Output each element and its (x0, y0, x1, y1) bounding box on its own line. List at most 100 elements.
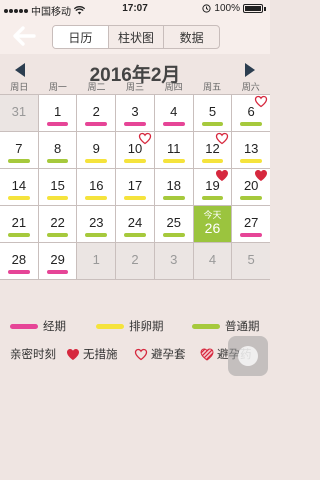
day-number: 5 (208, 104, 217, 119)
legend-normal: 普通期 (192, 318, 260, 334)
day-number: 23 (89, 215, 104, 230)
day-number: 2 (92, 104, 100, 119)
calendar-week-row: 31 1 2 3 4 5 6 (0, 95, 271, 132)
calendar-grid: 31 1 2 3 4 5 6 7 8 9 10 11 12 13 14 15 16 17 18 19 20 21 22 23 2… (0, 94, 271, 280)
legend-period: 经期 (10, 318, 66, 334)
normal-bar (162, 233, 185, 237)
calendar-day[interactable]: 28 (0, 243, 39, 279)
calendar-day[interactable]: 12 (193, 132, 233, 168)
legend-phases: 经期 排卵期 普通期 (0, 318, 270, 334)
calendar-day[interactable]: 7 (0, 132, 39, 168)
calendar-day[interactable]: 4 (193, 243, 233, 279)
day-number: 7 (15, 141, 23, 156)
calendar-day[interactable]: 13 (232, 132, 271, 168)
normal-bar (201, 196, 224, 200)
back-arrow-icon[interactable] (12, 25, 36, 47)
calendar-day[interactable]: 3 (116, 95, 155, 131)
weekday-label: 周六 (241, 82, 260, 92)
outline-heart-icon (216, 132, 229, 145)
day-number: 24 (127, 215, 143, 230)
day-number: 31 (11, 104, 27, 119)
outline-heart-icon (254, 95, 268, 108)
calendar-day[interactable]: 19 (193, 169, 233, 205)
calendar-day[interactable]: 2 (77, 95, 117, 131)
ovulation-bar (8, 196, 30, 200)
calendar-week-row: 14 15 16 17 18 19 20 (0, 169, 271, 206)
ovulation-bar (85, 159, 108, 163)
day-number: 8 (53, 141, 62, 156)
calendar-day[interactable]: 8 (38, 132, 78, 168)
outline-heart-icon (138, 132, 152, 145)
day-number: 17 (127, 178, 143, 193)
day-number: 4 (208, 252, 217, 267)
normal-bar (8, 233, 30, 237)
period-bar (85, 122, 108, 126)
assistive-touch-button[interactable] (228, 336, 268, 376)
calendar-day[interactable]: 2 (116, 243, 155, 279)
ovulation-bar (240, 159, 263, 163)
calendar-day[interactable]: 10 (116, 132, 155, 168)
calendar-day[interactable]: 1 (77, 243, 117, 279)
weekday-label: 周二 (87, 82, 106, 92)
calendar-day[interactable]: 21 (0, 206, 39, 242)
calendar-day[interactable]: 24 (116, 206, 155, 242)
battery-tip (264, 6, 266, 11)
day-number: 25 (166, 215, 181, 230)
legend-normal-label: 普通期 (225, 321, 260, 333)
calendar-day[interactable]: 3 (154, 243, 194, 279)
tab-data[interactable]: 数据 (164, 26, 219, 48)
view-tabs: 日历 柱状图 数据 (52, 25, 220, 49)
ovulation-bar (201, 159, 224, 163)
calendar-day[interactable]: 20 (232, 169, 271, 205)
period-bar (46, 122, 69, 126)
weekday-label: 周日 (10, 82, 29, 92)
period-bar (240, 233, 263, 237)
day-number: 9 (92, 141, 100, 156)
calendar-day[interactable]: 31 (0, 95, 39, 131)
weekday-label: 周三 (126, 82, 145, 92)
day-number: 13 (243, 141, 259, 156)
legend-no-protection: 无措施 (66, 346, 118, 362)
normal-swatch (192, 323, 220, 329)
calendar-day[interactable]: 15 (38, 169, 78, 205)
calendar-day[interactable]: 5 (232, 243, 271, 279)
period-swatch (10, 323, 38, 329)
day-number: 2 (131, 252, 139, 267)
calendar-day[interactable]: 25 (154, 206, 194, 242)
tab-bar-chart[interactable]: 柱状图 (109, 26, 165, 48)
tab-calendar[interactable]: 日历 (53, 26, 109, 48)
calendar-day[interactable]: 9 (77, 132, 117, 168)
period-bar (124, 122, 146, 126)
calendar-day[interactable]: 18 (154, 169, 194, 205)
normal-bar (46, 233, 69, 237)
calendar-day[interactable]: 4 (154, 95, 194, 131)
calendar-day[interactable]: 14 (0, 169, 39, 205)
filled-heart-icon (216, 170, 229, 181)
calendar-day[interactable]: 16 (77, 169, 117, 205)
day-number: 3 (131, 104, 139, 119)
calendar-day[interactable]: 29 (38, 243, 78, 279)
legend-ovulation: 排卵期 (96, 318, 164, 334)
day-number: 21 (11, 215, 27, 230)
day-number: 29 (50, 252, 65, 267)
calendar-day[interactable]: 23 (77, 206, 117, 242)
calendar-day[interactable]: 27 (232, 206, 271, 242)
assistive-touch-dot (238, 346, 258, 366)
calendar-day[interactable]: 6 (232, 95, 271, 131)
normal-bar (46, 159, 69, 163)
battery-percent: 100% (214, 3, 240, 14)
calendar-day[interactable]: 1 (38, 95, 78, 131)
calendar-day[interactable]: 5 (193, 95, 233, 131)
calendar-day[interactable]: 22 (38, 206, 78, 242)
next-month-icon[interactable] (244, 62, 256, 78)
weekday-header: 周日 周一 周二 周三 周四 周五 周六 (0, 80, 270, 94)
calendar-day-today[interactable]: 今天 26 (193, 206, 233, 242)
calendar-day[interactable]: 17 (116, 169, 155, 205)
day-number: 26 (204, 220, 221, 236)
day-number: 18 (166, 178, 181, 193)
day-number: 11 (166, 141, 181, 156)
weekday-label: 周五 (203, 82, 222, 92)
calendar-week-row: 21 22 23 24 25 今天 26 27 (0, 206, 271, 243)
calendar-day[interactable]: 11 (154, 132, 194, 168)
ovulation-bar (124, 159, 146, 163)
